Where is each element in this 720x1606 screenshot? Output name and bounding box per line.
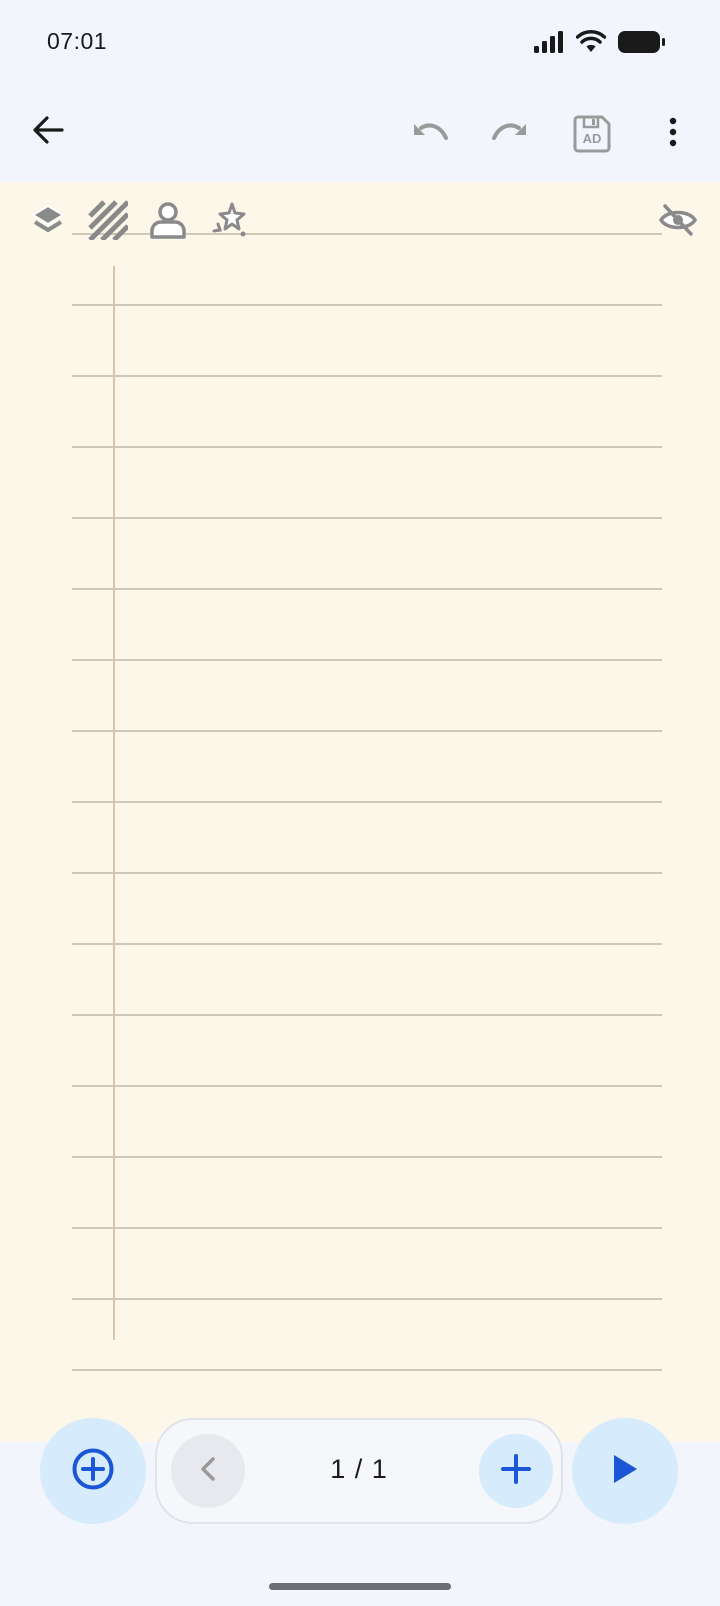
ruled-line [72, 588, 662, 590]
arrow-left-icon [32, 115, 64, 150]
ruled-line [72, 801, 662, 803]
back-button[interactable] [24, 108, 72, 156]
wifi-icon [575, 29, 607, 59]
play-button[interactable] [572, 1418, 678, 1524]
sparkle-effects-icon [210, 200, 250, 245]
save-ad-button[interactable]: AD [570, 112, 614, 156]
ruled-line [72, 1014, 662, 1016]
ruled-line [72, 659, 662, 661]
more-button[interactable] [656, 110, 690, 158]
eye-off-icon [658, 202, 698, 243]
status-time: 07:01 [47, 28, 108, 54]
ruled-line [72, 730, 662, 732]
pattern-button[interactable] [86, 199, 130, 245]
effects-button[interactable] [208, 200, 252, 244]
hatch-pattern-icon [88, 199, 130, 245]
ruled-line [72, 375, 662, 377]
redo-icon [491, 120, 529, 149]
play-icon [610, 1453, 640, 1490]
plus-icon [500, 1453, 532, 1490]
layers-icon [30, 202, 66, 243]
undo-button[interactable] [404, 110, 456, 158]
ruled-line [72, 1156, 662, 1158]
save-icon: AD [573, 115, 611, 153]
ruled-line [72, 446, 662, 448]
ruled-line [72, 1298, 662, 1300]
save-ad-label: AD [582, 131, 602, 146]
ruled-line [72, 304, 662, 306]
visibility-button[interactable] [656, 200, 700, 244]
drawing-canvas[interactable] [0, 182, 720, 1442]
home-indicator[interactable] [269, 1583, 451, 1590]
ruled-line [72, 872, 662, 874]
margin-line [113, 266, 115, 1340]
ruled-line [72, 1369, 662, 1371]
layers-button[interactable] [26, 200, 70, 244]
ruled-line [72, 517, 662, 519]
ruled-line [72, 943, 662, 945]
add-circle-icon [71, 1447, 115, 1496]
redo-button[interactable] [484, 110, 536, 158]
ruled-line [72, 1227, 662, 1229]
add-layer-button[interactable] [40, 1418, 146, 1524]
page-navigator: 1 / 1 [155, 1418, 563, 1524]
more-vertical-icon [669, 117, 677, 152]
status-icons [534, 29, 666, 59]
undo-icon [411, 120, 449, 149]
signal-icon [534, 30, 564, 58]
battery-icon [618, 30, 666, 59]
add-page-button[interactable] [479, 1434, 553, 1508]
ruled-line [72, 1085, 662, 1087]
person-outline-icon [148, 200, 188, 245]
character-button[interactable] [146, 200, 190, 244]
